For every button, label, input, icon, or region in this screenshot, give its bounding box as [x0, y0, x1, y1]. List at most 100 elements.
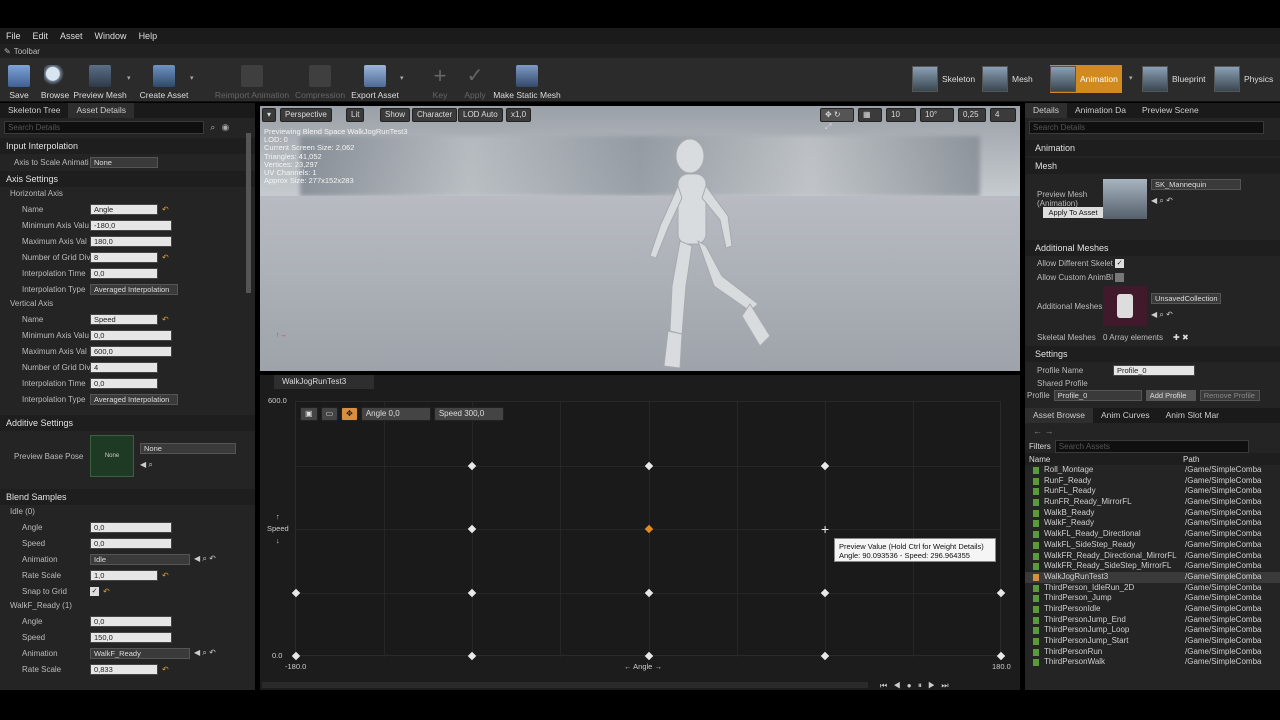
blend-sample-point[interactable]	[468, 651, 477, 661]
tab-blendspace[interactable]: WalkJogRunTest3	[274, 375, 374, 389]
history-nav-icons[interactable]: ← →	[1025, 423, 1280, 439]
blend-sample-point[interactable]	[468, 524, 477, 534]
make-static-mesh-button[interactable]: Make Static Mesh	[493, 60, 561, 100]
mode-animation-dropdown-icon[interactable]: ▾	[1129, 74, 1133, 82]
asset-row[interactable]: ThirdPersonIdle/Game/SimpleComba	[1025, 604, 1280, 615]
mesh-nav-icons[interactable]: ◀ ⌕ ↶	[1151, 196, 1241, 206]
menu-edit[interactable]: Edit	[33, 31, 49, 41]
tab-asset-browser[interactable]: Asset Browse	[1025, 408, 1093, 423]
reimport-animation-button[interactable]: Reimport Animation	[215, 60, 289, 100]
tab-skeleton-tree[interactable]: Skeleton Tree	[0, 103, 68, 118]
menu-asset[interactable]: Asset	[60, 31, 83, 41]
create-asset-dropdown-icon[interactable]: ▾	[190, 74, 194, 82]
horizontal-axis-header[interactable]: Horizontal Axis	[0, 187, 255, 201]
blend-sample-point[interactable]	[468, 461, 477, 470]
sample-0-speed-input[interactable]: 0,0	[90, 537, 172, 549]
section-animation[interactable]: Animation	[1025, 140, 1280, 156]
tab-anim-curves[interactable]: Anim Curves	[1093, 408, 1158, 423]
angle-preview-field[interactable]: Angle 0,0	[360, 407, 431, 421]
allow-custom-checkbox[interactable]	[1115, 272, 1124, 282]
transform-tools-icon[interactable]: ✥ ↻ ⤢	[820, 108, 854, 131]
viewport-menu-button[interactable]: ▾	[262, 108, 276, 122]
blend-sample-point[interactable]	[644, 461, 653, 470]
sample-1-angle-input[interactable]: 0,0	[90, 615, 172, 627]
additional-meshes-thumbnail[interactable]	[1103, 286, 1147, 326]
asset-row[interactable]: WalkFR_Ready_Directional_MirrorFL/Game/S…	[1025, 551, 1280, 562]
sample-1-anim-dropdown[interactable]: WalkF_Ready	[90, 647, 190, 659]
add-profile-button[interactable]: Add Profile	[1145, 389, 1196, 401]
sample-1-header[interactable]: WalkF_Ready (1)	[0, 599, 255, 613]
remove-profile-button[interactable]: Remove Profile	[1199, 389, 1260, 401]
filters-button[interactable]: Filters	[1029, 442, 1051, 451]
apply-to-asset-button[interactable]: Apply To Asset	[1043, 207, 1103, 218]
blend-sample-point[interactable]	[644, 588, 653, 597]
axis-to-scale-dropdown[interactable]: None	[90, 156, 158, 168]
tab-preview-scene[interactable]: Preview Scene	[1134, 103, 1207, 118]
create-asset-button[interactable]: Create Asset	[140, 60, 188, 100]
asset-row[interactable]: ThirdPersonRun/Game/SimpleComba	[1025, 647, 1280, 658]
asset-row[interactable]: WalkFL_Ready_Directional/Game/SimpleComb…	[1025, 529, 1280, 540]
blend-sample-point[interactable]	[996, 588, 1006, 597]
right-search-input[interactable]: Search Details	[1029, 121, 1264, 134]
asset-row[interactable]: RunFR_Ready_MirrorFL/Game/SimpleComba	[1025, 497, 1280, 508]
key-button[interactable]: + Key	[430, 60, 450, 101]
h-interp-time-input[interactable]: 0,0	[90, 267, 158, 279]
blend-sample-point[interactable]	[820, 461, 829, 470]
apply-button[interactable]: ✓ Apply	[464, 60, 486, 100]
h-max-input[interactable]: 180,0	[90, 235, 172, 247]
mode-skeleton-button[interactable]: Skeleton	[912, 65, 975, 93]
eye-icon[interactable]: ◉	[222, 122, 230, 132]
anim-nav-icons[interactable]: ◀ ⌕ ↶	[194, 648, 216, 658]
h-name-input[interactable]: Angle	[90, 203, 158, 215]
section-mesh[interactable]: Mesh	[1025, 158, 1280, 174]
additional-meshes-dropdown[interactable]: UnsavedCollection	[1151, 292, 1221, 304]
show-triangles-icon[interactable]: ▭	[320, 407, 339, 421]
sample-0-header[interactable]: Idle (0)	[0, 505, 255, 519]
reset-icon[interactable]: ↶	[162, 571, 169, 580]
v-name-input[interactable]: Speed	[90, 313, 158, 325]
left-scrollbar[interactable]	[246, 133, 251, 293]
preview-mesh-thumbnail[interactable]	[1103, 179, 1147, 219]
sample-0-rate-input[interactable]: 1,0	[90, 569, 158, 581]
asset-row[interactable]: WalkFL_SideStep_Ready/Game/SimpleComba	[1025, 540, 1280, 551]
asset-row[interactable]: WalkFR_Ready_SideStep_MirrorFL/Game/Simp…	[1025, 561, 1280, 572]
reset-icon[interactable]: ↶	[162, 205, 169, 214]
section-axis-settings[interactable]: Axis Settings	[0, 171, 255, 187]
scale-snap-value[interactable]: 0,25	[958, 108, 986, 122]
playback-speed-button[interactable]: x1,0	[506, 108, 532, 122]
rotation-snap-value[interactable]: 10°	[920, 108, 954, 122]
mode-mesh-button[interactable]: Mesh	[982, 65, 1033, 93]
reset-icon[interactable]: ↶	[162, 315, 169, 324]
timeline-scrubber[interactable]	[262, 682, 868, 688]
blend-sample-point[interactable]	[291, 588, 301, 597]
sample-0-anim-dropdown[interactable]: Idle	[90, 553, 190, 565]
perspective-button[interactable]: Perspective	[280, 108, 332, 122]
allow-diff-checkbox[interactable]: ✓	[1115, 258, 1124, 268]
base-pose-nav-icons[interactable]: ◀ ⌕	[140, 460, 236, 470]
v-min-input[interactable]: 0,0	[90, 329, 172, 341]
mode-animation-button[interactable]: Animation	[1050, 65, 1122, 93]
profile-name-input[interactable]: Profile_0	[1113, 364, 1195, 376]
asset-row[interactable]: RunF_Ready/Game/SimpleComba	[1025, 476, 1280, 487]
tab-animation-data[interactable]: Animation Da	[1067, 103, 1134, 118]
save-button[interactable]: Save	[8, 60, 30, 100]
preview-mesh-dropdown-icon[interactable]: ▾	[127, 74, 131, 82]
tab-asset-details[interactable]: Asset Details	[68, 103, 135, 118]
col-name-header[interactable]: Name	[1025, 455, 1183, 464]
menu-help[interactable]: Help	[139, 31, 158, 41]
compression-button[interactable]: Compression	[295, 60, 345, 100]
blend-sample-point[interactable]	[820, 588, 829, 597]
menu-file[interactable]: File	[6, 31, 21, 41]
asset-row[interactable]: WalkJogRunTest3/Game/SimpleComba	[1025, 571, 1280, 583]
blend-sample-point[interactable]	[996, 651, 1006, 661]
mode-physics-button[interactable]: Physics	[1214, 65, 1273, 93]
anim-nav-icons[interactable]: ◀ ⌕ ↶	[194, 554, 216, 564]
asset-row[interactable]: RunFL_Ready/Game/SimpleComba	[1025, 486, 1280, 497]
section-additive-settings[interactable]: Additive Settings	[0, 415, 255, 431]
export-dropdown-icon[interactable]: ▾	[400, 74, 404, 82]
grid-snap-value[interactable]: 10	[886, 108, 916, 122]
blend-sample-point[interactable]	[644, 651, 653, 661]
snap-checkbox[interactable]: ✓	[90, 586, 99, 596]
add-element-icon[interactable]: ✚ ✖	[1173, 333, 1189, 342]
show-button[interactable]: Show	[380, 108, 411, 122]
